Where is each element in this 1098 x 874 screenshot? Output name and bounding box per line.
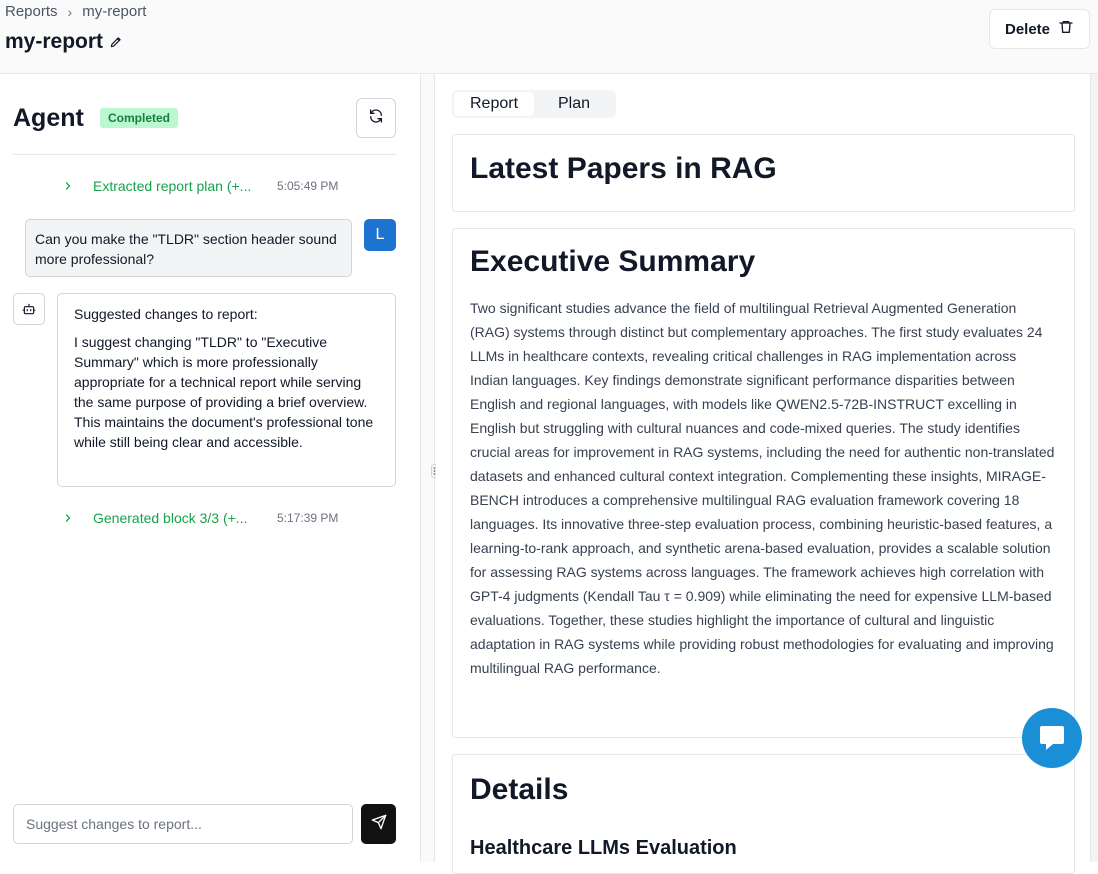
report-title: Latest Papers in RAG xyxy=(470,152,777,185)
summary-text: Two significant studies advance the fiel… xyxy=(470,300,1055,676)
breadcrumb-current: my-report xyxy=(82,3,147,20)
tab-report[interactable]: Report xyxy=(454,92,534,116)
title-row: my-report xyxy=(5,30,123,54)
report-title-card: Latest Papers in RAG xyxy=(452,134,1075,212)
chevron-right-icon xyxy=(60,510,76,526)
tab-plan[interactable]: Plan xyxy=(534,92,614,116)
user-message: Can you make the "TLDR" section header s… xyxy=(25,219,352,277)
step-label: Extracted report plan (+... xyxy=(93,178,252,194)
step-generated-block[interactable]: Generated block 3/3 (+... 5:17:39 PM xyxy=(60,510,338,526)
bot-message-body: I suggest changing "TLDR" to "Executive … xyxy=(74,334,374,450)
send-icon xyxy=(371,814,387,835)
chevron-right-icon xyxy=(60,178,76,194)
summary-card: Executive Summary Two significant studie… xyxy=(452,228,1075,738)
send-button[interactable] xyxy=(361,804,396,844)
refresh-button[interactable] xyxy=(356,98,396,138)
bot-message: Suggested changes to report: I suggest c… xyxy=(57,293,396,487)
user-avatar: L xyxy=(364,219,396,251)
trash-icon xyxy=(1058,19,1074,39)
refresh-icon xyxy=(368,108,384,129)
details-card: Details Healthcare LLMs Evaluation xyxy=(452,754,1075,874)
divider-line xyxy=(13,154,396,155)
details-heading: Details xyxy=(470,773,569,806)
page-title: my-report xyxy=(5,30,104,53)
scrollbar[interactable] xyxy=(1090,74,1098,862)
view-tabs: Report Plan xyxy=(452,90,616,118)
step-extracted-plan[interactable]: Extracted report plan (+... 5:05:49 PM xyxy=(60,178,338,194)
delete-button-label: Delete xyxy=(1004,20,1051,38)
delete-button[interactable]: Delete xyxy=(989,9,1090,49)
breadcrumb-separator-icon: › xyxy=(67,3,73,20)
agent-title: Agent xyxy=(13,104,84,132)
breadcrumb: Reports › my-report xyxy=(5,3,146,20)
summary-heading: Executive Summary xyxy=(470,245,756,278)
chat-bubble-icon[interactable] xyxy=(1022,708,1082,768)
pencil-icon[interactable] xyxy=(109,35,123,49)
top-bar: Reports › my-report my-report Delete xyxy=(0,0,1098,74)
breadcrumb-reports-link[interactable]: Reports xyxy=(5,3,58,20)
step-label: Generated block 3/3 (+... xyxy=(93,510,248,526)
bot-icon xyxy=(13,293,45,325)
step-time: 5:05:49 PM xyxy=(277,179,339,193)
suggest-changes-field-wrap xyxy=(13,804,353,844)
details-subheading: Healthcare LLMs Evaluation xyxy=(470,837,737,859)
bot-message-heading: Suggested changes to report: xyxy=(74,306,258,322)
suggest-changes-input[interactable] xyxy=(14,805,352,843)
step-time: 5:17:39 PM xyxy=(277,511,339,525)
agent-panel: Agent Completed Extracted report plan (+… xyxy=(0,74,420,862)
status-badge: Completed xyxy=(100,108,179,128)
